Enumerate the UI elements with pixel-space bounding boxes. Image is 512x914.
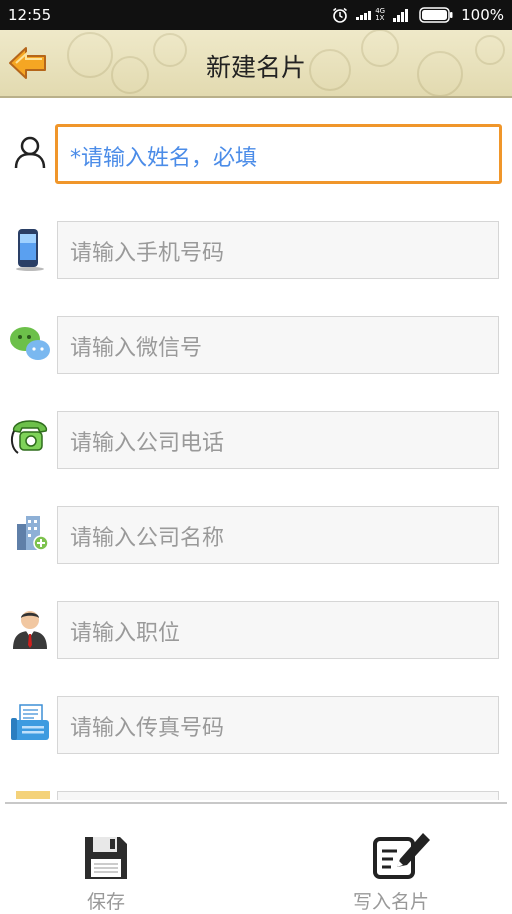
- company-phone-row: 请输入公司电话: [0, 411, 512, 471]
- fax-input[interactable]: 请输入传真号码: [57, 696, 499, 754]
- mobile-row: 请输入手机号码: [0, 221, 512, 281]
- status-icons: 4G 1X 100%: [332, 6, 504, 24]
- status-bar: 12:55 4G 1X 100%: [0, 0, 512, 30]
- mobile-input[interactable]: 请输入手机号码: [57, 221, 499, 279]
- signal-bars-icon: [393, 9, 409, 22]
- battery-percent: 100%: [461, 6, 504, 24]
- mobile-phone-icon: [16, 229, 44, 271]
- alarm-icon: [333, 7, 348, 23]
- name-input[interactable]: *请输入姓名，必填: [55, 124, 502, 184]
- partial-input[interactable]: [57, 791, 499, 800]
- status-time: 12:55: [8, 6, 52, 24]
- company-name-row: 请输入公司名称: [0, 506, 512, 566]
- company-building-icon: [17, 516, 49, 551]
- card-form: *请输入姓名，必填 请输入手机号码 请输入微信号 请输入公司电话 请输入公司名称…: [0, 96, 512, 800]
- partial-icon: [16, 791, 50, 799]
- position-input[interactable]: 请输入职位: [57, 601, 499, 659]
- sim-type: 1X: [375, 14, 385, 22]
- bottom-toolbar: 保存 写入名片: [0, 804, 512, 913]
- cellular-network-icon: 4G 1X: [356, 8, 385, 22]
- write-card-button[interactable]: 写入名片: [331, 833, 451, 913]
- app-header: 新建名片: [0, 30, 512, 98]
- page-title: 新建名片: [205, 53, 306, 82]
- name-row: *请输入姓名，必填: [0, 124, 512, 186]
- fax-icon: [11, 704, 49, 740]
- save-button[interactable]: 保存: [46, 834, 166, 913]
- telephone-icon: [10, 420, 48, 454]
- wechat-row: 请输入微信号: [0, 316, 512, 376]
- business-person-icon: [13, 611, 47, 649]
- partial-row: [0, 791, 512, 800]
- floppy-disk-icon: [85, 837, 127, 879]
- company-name-input[interactable]: 请输入公司名称: [57, 506, 499, 564]
- battery-icon: [419, 7, 453, 23]
- wechat-input[interactable]: 请输入微信号: [57, 316, 499, 374]
- company-phone-input[interactable]: 请输入公司电话: [57, 411, 499, 469]
- wechat-icon: [10, 327, 50, 360]
- fax-row: 请输入传真号码: [0, 696, 512, 756]
- person-outline-icon: [14, 136, 46, 169]
- edit-note-icon: [373, 833, 430, 879]
- position-row: 请输入职位: [0, 601, 512, 661]
